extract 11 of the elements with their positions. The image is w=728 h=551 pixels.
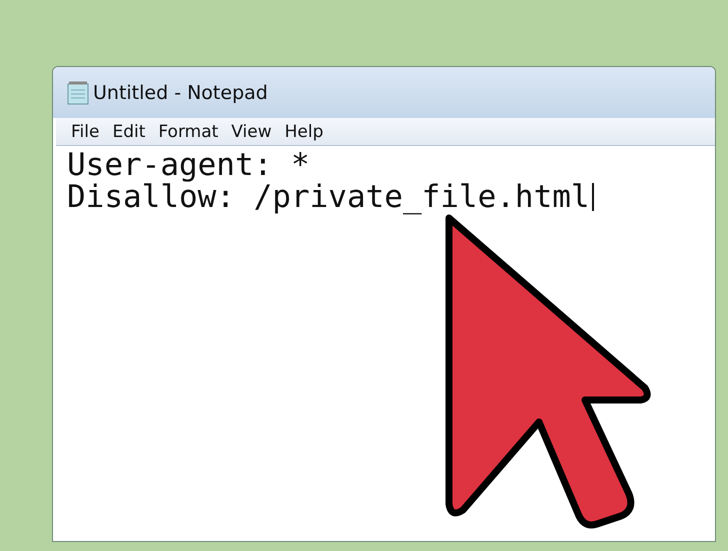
menu-item[interactable]: View: [231, 122, 272, 142]
text-caret: [592, 183, 594, 211]
notepad-icon: [67, 80, 89, 104]
text-area[interactable]: User-agent: * Disallow: /private_file.html: [53, 146, 715, 541]
menu-item[interactable]: File: [71, 122, 100, 142]
menu-item[interactable]: Edit: [112, 122, 146, 142]
text-line: User-agent: *: [67, 149, 310, 181]
menu-item[interactable]: Format: [158, 122, 218, 142]
text-line: Disallow: /private_file.html: [67, 181, 590, 213]
window-title: Untitled - Notepad: [93, 82, 268, 104]
menu-item[interactable]: Help: [284, 122, 324, 142]
